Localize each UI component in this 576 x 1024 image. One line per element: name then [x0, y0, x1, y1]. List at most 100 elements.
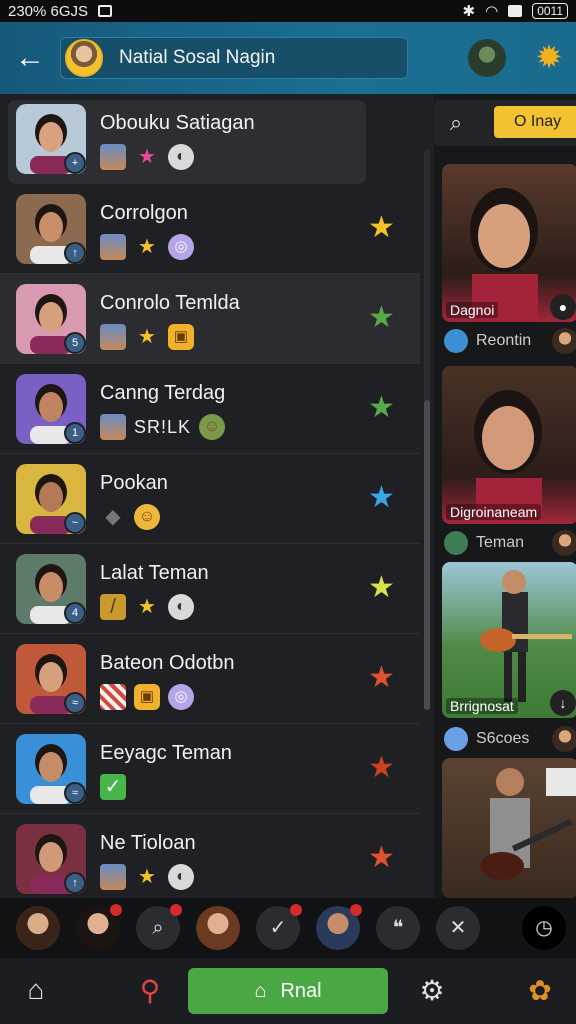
- inay-button[interactable]: O Inay: [494, 106, 576, 138]
- gear-badge-icon: [444, 531, 468, 555]
- bluetooth-icon: ✱: [462, 3, 476, 20]
- sidebar-label-text: S6coes: [476, 730, 530, 747]
- sidebar-label[interactable]: Teman: [444, 530, 576, 556]
- contact-icon-row: ★ ◐: [100, 864, 194, 890]
- gear-badge-icon: [444, 329, 468, 353]
- group-avatar: [65, 39, 103, 77]
- contact-name: Corrolgon: [100, 202, 188, 224]
- page-title: Natial Sosal Nagin: [119, 47, 276, 68]
- quick-tray: ⌕ ✓ ❝ ✕ ◷: [0, 898, 576, 958]
- contact-row[interactable]: ≈ Eeyagc Teman ✓ ★: [0, 724, 420, 814]
- emoji-icon: ☺: [134, 504, 160, 530]
- contact-row[interactable]: 1 Canng Terdag SR!LK ☺ ★: [0, 364, 420, 454]
- tools-icon[interactable]: ✕: [436, 906, 480, 950]
- favorite-star-icon[interactable]: ★: [368, 390, 395, 425]
- contact-name: Conrolo Temlda: [100, 292, 240, 314]
- notification-icon: [98, 5, 113, 17]
- search-icon[interactable]: ⌕: [136, 904, 182, 950]
- favorite-star-icon[interactable]: ★: [368, 570, 395, 605]
- contact-icon-row: ★ ◎: [100, 234, 194, 260]
- favorite-star-icon[interactable]: ★: [368, 210, 395, 245]
- contact-avatar[interactable]: [316, 904, 362, 950]
- guitarist-image: [480, 768, 576, 880]
- profile-avatar[interactable]: [468, 39, 506, 77]
- contact-list: + Obouku Satiagan ★ ◐ ↑ Corrolgon ★ ◎ ★ 5 Conrol…: [0, 94, 420, 898]
- app-header: ← Natial Sosal Nagin ✹: [0, 22, 576, 94]
- status-bar: 230% 6GJS ✱ ◠ 0011: [0, 0, 576, 22]
- chat-title-pill[interactable]: Natial Sosal Nagin: [60, 37, 408, 79]
- sidebar-search[interactable]: ⌕ O Inay: [434, 100, 576, 146]
- favorite-star-icon[interactable]: ★: [368, 660, 395, 695]
- contact-name: Lalat Teman: [100, 562, 209, 584]
- contact-row[interactable]: 4 Lalat Teman / ★ ◐ ★: [0, 544, 420, 634]
- contact-row[interactable]: ↑ Corrolgon ★ ◎ ★: [0, 184, 420, 274]
- pin-icon[interactable]: ⚲: [130, 974, 170, 1010]
- avatar-badge: +: [64, 152, 86, 174]
- notification-dot: [290, 904, 302, 916]
- scrollbar-thumb[interactable]: [424, 400, 430, 710]
- gold-icon: ▣: [168, 324, 194, 350]
- bag-icon: ⌂: [254, 979, 267, 1002]
- back-arrow-icon[interactable]: ←: [0, 41, 60, 75]
- primary-action-label: Rnal: [280, 979, 322, 1002]
- mini-avatar: [552, 530, 576, 556]
- media-card[interactable]: [442, 758, 576, 898]
- contact-row[interactable]: + Obouku Satiagan ★ ◐: [8, 100, 366, 184]
- favorite-star-icon[interactable]: ★: [368, 480, 395, 515]
- avatar-badge: ≈: [64, 782, 86, 804]
- media-card[interactable]: Dagnoi ●: [442, 164, 576, 322]
- sun-icon[interactable]: ✹: [532, 40, 566, 74]
- sidebar-label[interactable]: S6coes: [444, 726, 576, 752]
- contact-row[interactable]: ↑ Ne Tioloan ★ ◐ ★: [0, 814, 420, 898]
- contact-name: Pookan: [100, 472, 168, 494]
- contact-avatar[interactable]: [196, 906, 240, 950]
- card-caption: Brrignosat: [446, 698, 518, 714]
- contact-row[interactable]: ~ Pookan ◆ ☺ ★: [0, 454, 420, 544]
- home-icon[interactable]: ⌂: [16, 974, 56, 1010]
- message-icon[interactable]: ❝: [376, 906, 420, 950]
- emoji-icon: ☺: [199, 414, 226, 440]
- avatar-badge: ↑: [64, 242, 86, 264]
- games-icon[interactable]: ✿: [520, 974, 560, 1010]
- round-icon: ◐: [168, 144, 194, 170]
- timer-icon[interactable]: ◷: [522, 906, 566, 950]
- card-caption: Digroinaneam: [446, 504, 542, 520]
- contact-name: Bateon Odotbn: [100, 652, 235, 674]
- list-scrollbar[interactable]: [424, 150, 430, 710]
- contact-tag: SR!LK: [134, 416, 192, 437]
- favorite-star-icon[interactable]: ★: [368, 750, 395, 785]
- mini-face-icon: [100, 414, 126, 440]
- sidebar-label[interactable]: Reontin: [444, 328, 576, 354]
- avatar-badge: 4: [64, 602, 86, 624]
- lavender-icon: ◎: [168, 234, 194, 260]
- search-icon[interactable]: ⌕: [434, 110, 478, 136]
- status-text: 230% 6GJS: [8, 2, 89, 20]
- download-icon[interactable]: ↓: [550, 690, 576, 716]
- contact-avatar[interactable]: [76, 904, 122, 950]
- card-caption: Dagnoi: [446, 302, 499, 318]
- primary-action-button[interactable]: ⌂ Rnal: [188, 968, 388, 1014]
- media-card[interactable]: Brrignosat ↓: [442, 562, 576, 718]
- contact-name: Canng Terdag: [100, 382, 226, 404]
- contact-icon-row: / ★ ◐: [100, 594, 194, 620]
- user-icon[interactable]: ●: [550, 294, 576, 320]
- gray-icon: ◆: [105, 506, 121, 528]
- favorite-star-icon[interactable]: ★: [368, 300, 395, 335]
- media-card[interactable]: Digroinaneam: [442, 366, 576, 524]
- avatar-badge: 1: [64, 422, 86, 444]
- contact-icon-row: ★ ▣: [100, 324, 194, 350]
- gear-icon[interactable]: ⚙: [412, 974, 452, 1010]
- favorite-star-icon[interactable]: ★: [368, 840, 395, 875]
- mini-face-icon: [100, 144, 126, 170]
- wifi-icon: ◠: [485, 3, 499, 20]
- contact-name: Ne Tioloan: [100, 832, 196, 854]
- round-icon: ◐: [168, 594, 194, 620]
- check-shield-icon[interactable]: ✓: [256, 904, 302, 950]
- chat-avatar[interactable]: [16, 906, 60, 950]
- contact-name: Eeyagc Teman: [100, 742, 232, 764]
- portrait-image: [474, 390, 542, 524]
- contact-row[interactable]: 5 Conrolo Temlda ★ ▣ ★: [0, 274, 420, 364]
- contact-row[interactable]: ≈ Bateon Odotbn ▣ ◎ ★: [0, 634, 420, 724]
- notification-dot: [170, 904, 182, 916]
- contact-icon-row: ★ ◐: [100, 144, 194, 170]
